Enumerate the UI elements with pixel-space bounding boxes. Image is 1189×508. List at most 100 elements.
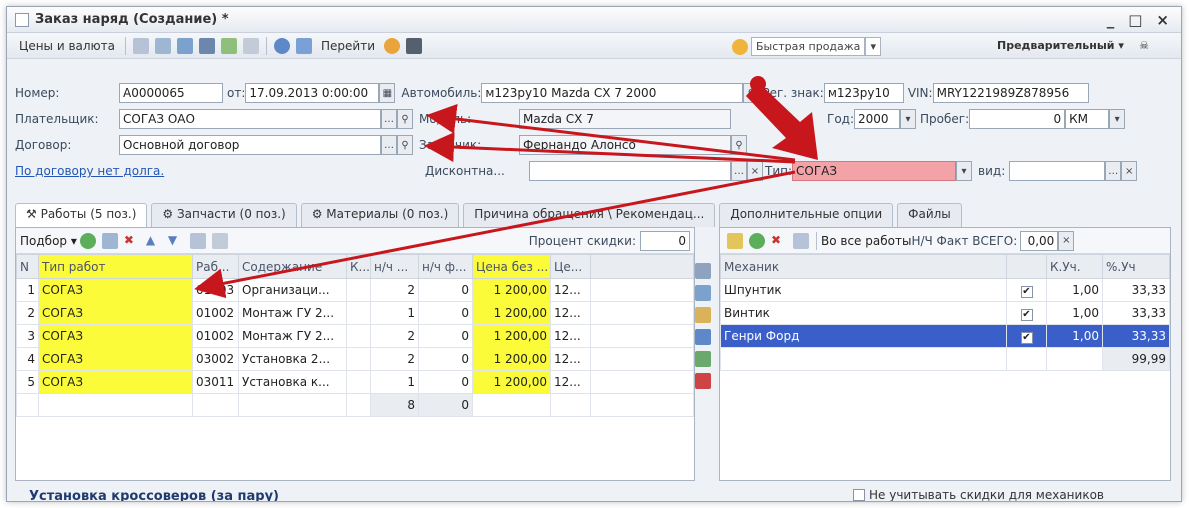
post-icon[interactable] — [221, 37, 237, 54]
pick-button[interactable]: Подбор ▾ — [20, 234, 77, 248]
table-cell[interactable] — [346, 347, 371, 371]
ellipsis-icon[interactable]: … — [1105, 161, 1122, 181]
table-cell[interactable]: Организаци... — [238, 278, 347, 302]
checkbox-cell[interactable]: ✔ — [1006, 324, 1047, 348]
tab-files[interactable]: Файлы — [897, 203, 962, 227]
tab-parts[interactable]: ⚙ Запчасти (0 поз.) — [151, 203, 297, 227]
sort-icon[interactable] — [793, 232, 809, 249]
help-icon[interactable] — [384, 37, 400, 54]
works-col-header[interactable]: Цена без ... — [472, 254, 551, 279]
calendar-icon[interactable]: ▦ — [379, 83, 396, 103]
table-cell[interactable]: 2 — [370, 324, 419, 348]
table-cell[interactable]: СОГАЗ — [38, 370, 193, 394]
tab-works[interactable]: ⚒ Работы (5 поз.) — [15, 203, 148, 227]
table-cell[interactable]: 12... — [550, 278, 591, 302]
filter-icon[interactable] — [211, 232, 228, 249]
table-cell[interactable]: 1 200,00 — [472, 370, 551, 394]
table-row[interactable]: 5 СОГАЗ 03011 Установка к... 1 0 1 200,00 12... — [16, 370, 694, 394]
works-col-header[interactable]: н/ч ф... — [418, 254, 473, 279]
chevron-down-icon[interactable]: ▾ — [1109, 109, 1126, 129]
table-cell[interactable] — [346, 370, 371, 394]
excel-icon[interactable] — [695, 351, 711, 367]
table-cell[interactable]: 12... — [550, 370, 591, 394]
table-cell[interactable]: 0 — [418, 324, 473, 348]
clock-icon[interactable] — [274, 37, 290, 54]
works-col-header[interactable]: н/ч ... — [370, 254, 419, 279]
table-cell[interactable]: 12... — [550, 301, 591, 325]
search-icon[interactable]: ⚲ — [397, 109, 413, 129]
table-row[interactable]: 4 СОГАЗ 03002 Установка 2... 2 0 1 200,00 12... — [16, 347, 694, 371]
print-icon[interactable] — [243, 37, 259, 54]
table-row[interactable]: 1 СОГАЗ 01003 Организаци... 2 0 1 200,00 12... — [16, 278, 694, 302]
table-cell[interactable] — [346, 301, 371, 325]
table-cell[interactable]: 1 200,00 — [472, 347, 551, 371]
table-cell[interactable]: Винтик — [720, 301, 1007, 325]
table-cell[interactable]: 1,00 — [1046, 278, 1103, 302]
mileage-field[interactable]: 0 — [969, 109, 1066, 129]
checkbox-icon[interactable] — [853, 489, 865, 501]
copy-icon[interactable] — [133, 37, 149, 54]
move-up-icon[interactable]: ▲ — [146, 233, 162, 249]
table-cell[interactable]: Установка 2... — [238, 347, 347, 371]
fact-total-field[interactable]: 0,00 — [1020, 230, 1059, 251]
table-cell[interactable]: 1 200,00 — [472, 278, 551, 302]
goto-menu[interactable]: Перейти — [315, 39, 381, 53]
table-cell[interactable]: 0 — [418, 278, 473, 302]
discount-percent-field[interactable]: 0 — [640, 230, 690, 251]
sort-icon[interactable] — [189, 232, 206, 249]
checkmark-icon[interactable]: ✔ — [1020, 285, 1033, 298]
chevron-down-icon[interactable]: ▾ — [956, 161, 973, 181]
table-cell[interactable] — [346, 324, 371, 348]
ellipsis-icon[interactable]: … — [731, 161, 747, 181]
table-cell[interactable]: СОГАЗ — [38, 347, 193, 371]
table-cell[interactable]: Монтаж ГУ 2... — [238, 301, 347, 325]
table-cell[interactable]: 0 — [418, 301, 473, 325]
table-cell[interactable]: 4 — [16, 347, 39, 371]
mechanics-col-header[interactable]: Механик — [720, 254, 1007, 279]
chevron-down-icon[interactable]: ▾ — [865, 37, 881, 56]
search-icon[interactable]: ⚲ — [731, 135, 747, 155]
vin-field[interactable]: MRY1221989Z878956 — [932, 83, 1089, 103]
table-cell[interactable]: 1 200,00 — [472, 301, 551, 325]
number-field[interactable]: А0000065 — [119, 83, 223, 103]
checkmark-icon[interactable]: ✔ — [1020, 308, 1033, 321]
table-cell[interactable]: 33,33 — [1102, 278, 1170, 302]
paste-icon[interactable] — [695, 307, 711, 323]
status-dropdown[interactable]: Предварительный ▾ ☠ — [997, 39, 1149, 52]
arrow-icon[interactable] — [296, 37, 312, 54]
model-field[interactable]: Mazda CX 7 — [519, 109, 731, 129]
table-cell[interactable]: 3 — [16, 324, 39, 348]
move-down-icon[interactable]: ▼ — [168, 233, 184, 249]
tab-reason[interactable]: Причина обращения \ Рекомендац... — [463, 203, 716, 227]
works-col-header[interactable]: N — [16, 254, 39, 279]
table-cell[interactable]: 12... — [550, 324, 591, 348]
table-cell[interactable]: 12... — [550, 347, 591, 371]
table-cell[interactable] — [346, 278, 371, 302]
table-cell[interactable]: СОГАЗ — [38, 324, 193, 348]
pick-icon[interactable] — [727, 232, 743, 249]
copy-icon[interactable] — [101, 232, 118, 249]
structure-icon[interactable] — [406, 37, 422, 54]
tab-options[interactable]: Дополнительные опции — [719, 203, 894, 227]
table-row[interactable]: Шпунтик ✔ 1,00 33,33 — [720, 278, 1170, 302]
fast-sale-button[interactable]: Быстрая продажа — [751, 37, 866, 56]
debt-link[interactable]: По договору нет долга. — [15, 164, 425, 178]
font-icon[interactable] — [695, 373, 711, 389]
copy-icon[interactable] — [695, 285, 711, 301]
table-cell[interactable]: 01003 — [192, 278, 239, 302]
works-col-header[interactable]: Це... — [550, 254, 591, 279]
table-cell[interactable]: 0 — [418, 347, 473, 371]
ellipsis-icon[interactable]: … — [381, 135, 397, 155]
clear-icon[interactable]: × — [1058, 230, 1075, 251]
table-cell[interactable]: 33,33 — [1102, 301, 1170, 325]
table-cell[interactable]: 1 — [370, 370, 419, 394]
checkbox-cell[interactable]: ✔ — [1006, 278, 1047, 302]
close-button[interactable]: × — [1156, 11, 1169, 29]
table-cell[interactable]: Монтаж ГУ 2... — [238, 324, 347, 348]
mechanics-col-header[interactable]: %.Уч — [1102, 254, 1170, 279]
table-cell[interactable]: 1,00 — [1046, 324, 1103, 348]
date-field[interactable]: 17.09.2013 0:00:00 — [245, 83, 380, 103]
discount-card-field[interactable] — [529, 161, 731, 181]
works-col-header[interactable]: Тип работ — [38, 254, 193, 279]
grid-icon[interactable] — [155, 37, 171, 54]
